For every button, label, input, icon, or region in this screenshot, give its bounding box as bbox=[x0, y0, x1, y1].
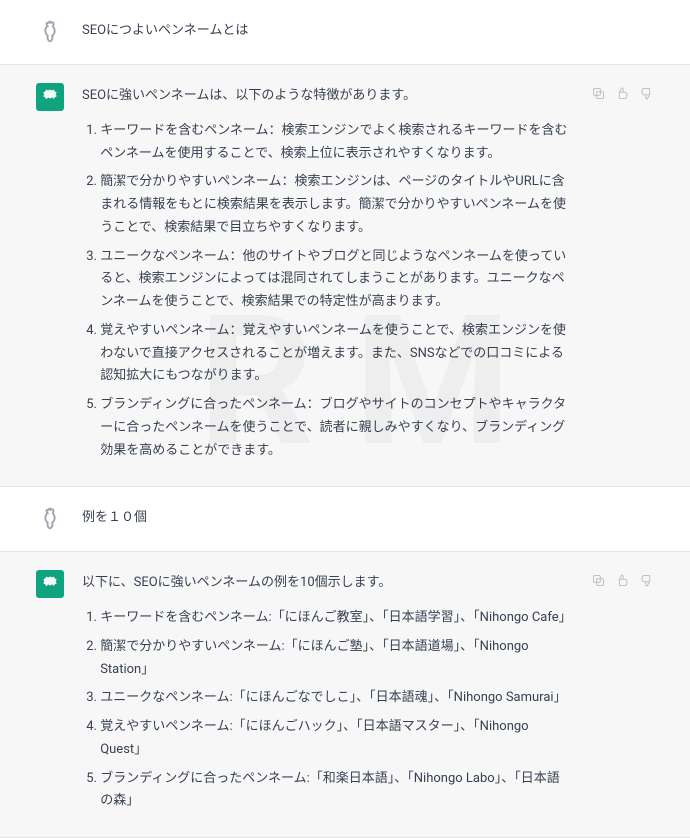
assistant-list: キーワードを含むペンネーム:「にほんご教室」、「日本語学習」、「Nihongo … bbox=[82, 607, 572, 813]
message-actions bbox=[590, 570, 654, 819]
list-item: ユニークなペンネーム：他のサイトやブログと同じようなペンネームを使っていると、検… bbox=[100, 246, 572, 314]
chat-turn-assistant: 以下に、SEOに強いペンネームの例を10個示します。 キーワードを含むペンネーム… bbox=[0, 552, 690, 838]
assistant-avatar bbox=[36, 83, 64, 111]
chat-turn-user: 例を１０個 bbox=[0, 487, 690, 552]
list-item: キーワードを含むペンネーム：検索エンジンでよく検索されるキーワードを含むペンネー… bbox=[100, 120, 572, 166]
user-avatar bbox=[36, 18, 64, 46]
list-item: 覚えやすいペンネーム:「にほんごハック」、「日本語マスター」、「Nihongo … bbox=[100, 716, 572, 762]
list-item: ユニークなペンネーム:「にほんごなでしこ」、「日本語魂」、「Nihongo Sa… bbox=[100, 687, 572, 710]
list-item: キーワードを含むペンネーム:「にほんご教室」、「日本語学習」、「Nihongo … bbox=[100, 607, 572, 630]
user-text: 例を１０個 bbox=[82, 507, 654, 530]
thumbs-up-icon[interactable] bbox=[614, 85, 630, 101]
list-item: 簡潔で分かりやすいペンネーム:「にほんご塾」、「日本語道場」、「Nihongo … bbox=[100, 636, 572, 682]
user-message: 例を１０個 bbox=[82, 505, 654, 533]
assistant-intro: 以下に、SEOに強いペンネームの例を10個示します。 bbox=[82, 572, 572, 595]
list-item: ブランディングに合ったペンネーム:「和楽日本語」、「Nihongo Labo」、… bbox=[100, 768, 572, 814]
thumbs-down-icon[interactable] bbox=[638, 85, 654, 101]
chat-turn-assistant: SEOに強いペンネームは、以下のような特徴があります。 キーワードを含むペンネー… bbox=[0, 65, 690, 487]
chat-turn-user: SEOにつよいペンネームとは bbox=[0, 0, 690, 65]
message-actions bbox=[590, 83, 654, 468]
thumbs-up-icon[interactable] bbox=[614, 572, 630, 588]
copy-icon[interactable] bbox=[590, 85, 606, 101]
list-item: ブランディングに合ったペンネーム：ブログやサイトのコンセプトやキャラクターに合っ… bbox=[100, 394, 572, 462]
assistant-list: キーワードを含むペンネーム：検索エンジンでよく検索されるキーワードを含むペンネー… bbox=[82, 120, 572, 463]
assistant-avatar bbox=[36, 570, 64, 598]
assistant-intro: SEOに強いペンネームは、以下のような特徴があります。 bbox=[82, 85, 572, 108]
user-avatar bbox=[36, 505, 64, 533]
assistant-message: 以下に、SEOに強いペンネームの例を10個示します。 キーワードを含むペンネーム… bbox=[82, 570, 572, 819]
user-message: SEOにつよいペンネームとは bbox=[82, 18, 654, 46]
user-text: SEOにつよいペンネームとは bbox=[82, 20, 654, 43]
copy-icon[interactable] bbox=[590, 572, 606, 588]
thumbs-down-icon[interactable] bbox=[638, 572, 654, 588]
assistant-message: SEOに強いペンネームは、以下のような特徴があります。 キーワードを含むペンネー… bbox=[82, 83, 572, 468]
list-item: 簡潔で分かりやすいペンネーム：検索エンジンは、ページのタイトルやURLに含まれる… bbox=[100, 171, 572, 239]
list-item: 覚えやすいペンネーム：覚えやすいペンネームを使うことで、検索エンジンを使わないで… bbox=[100, 320, 572, 388]
